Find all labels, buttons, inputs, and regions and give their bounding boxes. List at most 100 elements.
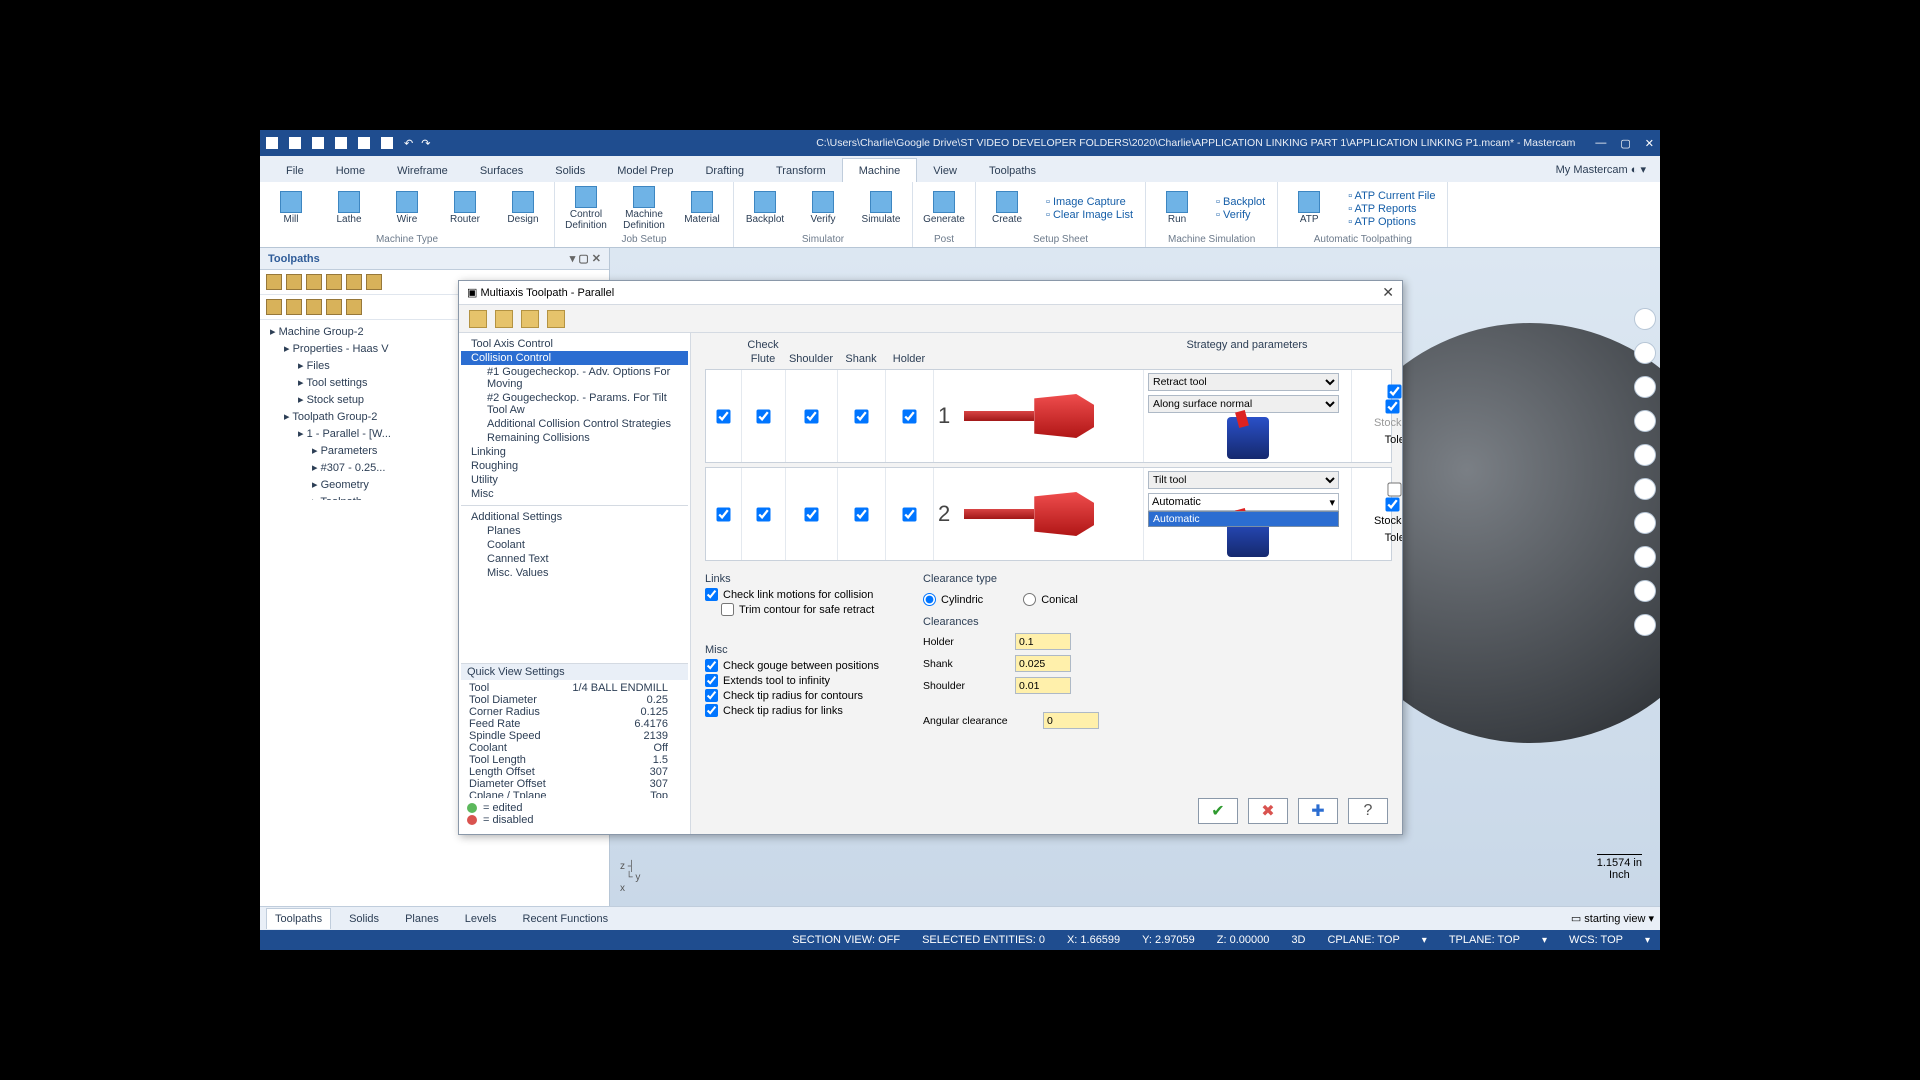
add-button[interactable]: ✚: [1298, 798, 1338, 824]
minimize-button[interactable]: —: [1595, 137, 1606, 150]
undo-icon[interactable]: ↶: [404, 137, 413, 150]
design-button[interactable]: Design: [498, 191, 548, 226]
tab-machine[interactable]: Machine: [842, 158, 918, 182]
row2-drive[interactable]: [1388, 482, 1402, 496]
trim-contour[interactable]: [721, 603, 734, 616]
my-mastercam[interactable]: My Mastercam ◐ ▾: [1542, 157, 1660, 182]
nav--1-gougecheckop-adv-options-for-moving[interactable]: #1 Gougecheckop. - Adv. Options For Movi…: [461, 365, 688, 391]
verify-link[interactable]: ▫ Verify: [1216, 209, 1265, 221]
row2-shoulder[interactable]: [804, 507, 818, 521]
maximize-button[interactable]: ▢: [1620, 137, 1630, 150]
row1-check-surfaces[interactable]: [1385, 399, 1399, 413]
control-definition-button[interactable]: Control Definition: [561, 186, 611, 231]
tab-model-prep[interactable]: Model Prep: [601, 159, 689, 182]
lathe-button[interactable]: Lathe: [324, 191, 374, 226]
clear-image-list-link[interactable]: ▫ Clear Image List: [1046, 209, 1133, 221]
extend-infinity[interactable]: [705, 674, 718, 687]
nav-canned-text[interactable]: Canned Text: [461, 552, 688, 566]
router-button[interactable]: Router: [440, 191, 490, 226]
row1-strategy[interactable]: Retract tool: [1148, 373, 1339, 391]
dialog-close-button[interactable]: ✕: [1382, 284, 1394, 301]
dropdown-option-automatic[interactable]: Automatic: [1149, 512, 1338, 526]
holder-clearance[interactable]: [1015, 633, 1071, 650]
print-icon[interactable]: [335, 137, 347, 149]
close-button[interactable]: ✕: [1645, 137, 1654, 150]
dialog-nav[interactable]: Tool Axis ControlCollision Control#1 Gou…: [459, 333, 691, 834]
dialog-toolbar[interactable]: [459, 305, 1402, 333]
check-gouge[interactable]: [705, 659, 718, 672]
clearance-conical[interactable]: [1023, 593, 1036, 606]
image-capture-link[interactable]: ▫ Image Capture: [1046, 196, 1133, 208]
run-button[interactable]: Run: [1152, 191, 1202, 226]
tab-file[interactable]: File: [270, 159, 320, 182]
verify-button[interactable]: Verify: [798, 191, 848, 226]
create-button[interactable]: Create: [982, 191, 1032, 226]
row2-flute[interactable]: [756, 507, 770, 521]
bottom-tab-recent-functions[interactable]: Recent Functions: [515, 909, 617, 929]
nav-misc-values[interactable]: Misc. Values: [461, 566, 688, 580]
atp-options-link[interactable]: ▫ ATP Options: [1348, 216, 1435, 228]
simulate-button[interactable]: Simulate: [856, 191, 906, 226]
row1-shoulder[interactable]: [804, 409, 818, 423]
bottom-tab-solids[interactable]: Solids: [341, 909, 387, 929]
atp-button[interactable]: ATP: [1284, 191, 1334, 226]
row2-strategy[interactable]: Tilt tool: [1148, 471, 1339, 489]
check-tip-contours[interactable]: [705, 689, 718, 702]
help-button[interactable]: ?: [1348, 798, 1388, 824]
row2-enable[interactable]: [716, 507, 730, 521]
machine-definition-button[interactable]: Machine Definition: [619, 186, 669, 231]
row1-drive[interactable]: [1388, 384, 1402, 398]
tab-wireframe[interactable]: Wireframe: [381, 159, 464, 182]
generate-button[interactable]: Generate: [919, 191, 969, 226]
material-button[interactable]: Material: [677, 191, 727, 226]
tab-toolpaths[interactable]: Toolpaths: [973, 159, 1052, 182]
backplot-link[interactable]: ▫ Backplot: [1216, 196, 1265, 208]
row1-enable[interactable]: [716, 409, 730, 423]
view-controls[interactable]: [1634, 308, 1656, 636]
atp-current-file-link[interactable]: ▫ ATP Current File: [1348, 190, 1435, 202]
row1-shank[interactable]: [854, 409, 868, 423]
nav-additional-collision-control-strategies[interactable]: Additional Collision Control Strategies: [461, 417, 688, 431]
angular-clearance[interactable]: [1043, 712, 1099, 729]
nav-linking[interactable]: Linking: [461, 445, 688, 459]
row2-check-surfaces[interactable]: [1385, 497, 1399, 511]
nav-remaining-collisions[interactable]: Remaining Collisions: [461, 431, 688, 445]
nav--2-gougecheckop-params-for-tilt-tool-aw[interactable]: #2 Gougecheckop. - Params. For Tilt Tool…: [461, 391, 688, 417]
tab-view[interactable]: View: [917, 159, 973, 182]
shank-clearance[interactable]: [1015, 655, 1071, 672]
shoulder-clearance[interactable]: [1015, 677, 1071, 694]
nav-roughing[interactable]: Roughing: [461, 459, 688, 473]
nav-tool-axis-control[interactable]: Tool Axis Control: [461, 337, 688, 351]
nav-misc[interactable]: Misc: [461, 487, 688, 501]
clearance-cylindric[interactable]: [923, 593, 936, 606]
tab-solids[interactable]: Solids: [539, 159, 601, 182]
check-link-motions[interactable]: [705, 588, 718, 601]
backplot-button[interactable]: Backplot: [740, 191, 790, 226]
wire-button[interactable]: Wire: [382, 191, 432, 226]
row2-shank[interactable]: [854, 507, 868, 521]
atp-reports-link[interactable]: ▫ ATP Reports: [1348, 203, 1435, 215]
bottom-tab-toolpaths[interactable]: Toolpaths: [266, 908, 331, 929]
save-icon[interactable]: [289, 137, 301, 149]
bottom-tabs[interactable]: Toolpaths Solids Planes Levels Recent Functi…: [260, 906, 1660, 930]
tab-drafting[interactable]: Drafting: [689, 159, 760, 182]
nav-coolant[interactable]: Coolant: [461, 538, 688, 552]
mill-button[interactable]: Mill: [266, 191, 316, 226]
bottom-tab-planes[interactable]: Planes: [397, 909, 447, 929]
row2-holder[interactable]: [902, 507, 916, 521]
nav-planes[interactable]: Planes: [461, 524, 688, 538]
tab-home[interactable]: Home: [320, 159, 381, 182]
bottom-tab-levels[interactable]: Levels: [457, 909, 505, 929]
nav-additional-settings[interactable]: Additional Settings: [461, 510, 688, 524]
row1-holder[interactable]: [902, 409, 916, 423]
tab-transform[interactable]: Transform: [760, 159, 842, 182]
folder-icon[interactable]: [312, 137, 324, 149]
cancel-button[interactable]: ✖: [1248, 798, 1288, 824]
nav-collision-control[interactable]: Collision Control: [461, 351, 688, 365]
check-tip-links[interactable]: [705, 704, 718, 717]
redo-icon[interactable]: ↷: [421, 137, 430, 150]
tab-surfaces[interactable]: Surfaces: [464, 159, 539, 182]
copy-icon[interactable]: [358, 137, 370, 149]
ok-button[interactable]: ✔: [1198, 798, 1238, 824]
nav-utility[interactable]: Utility: [461, 473, 688, 487]
